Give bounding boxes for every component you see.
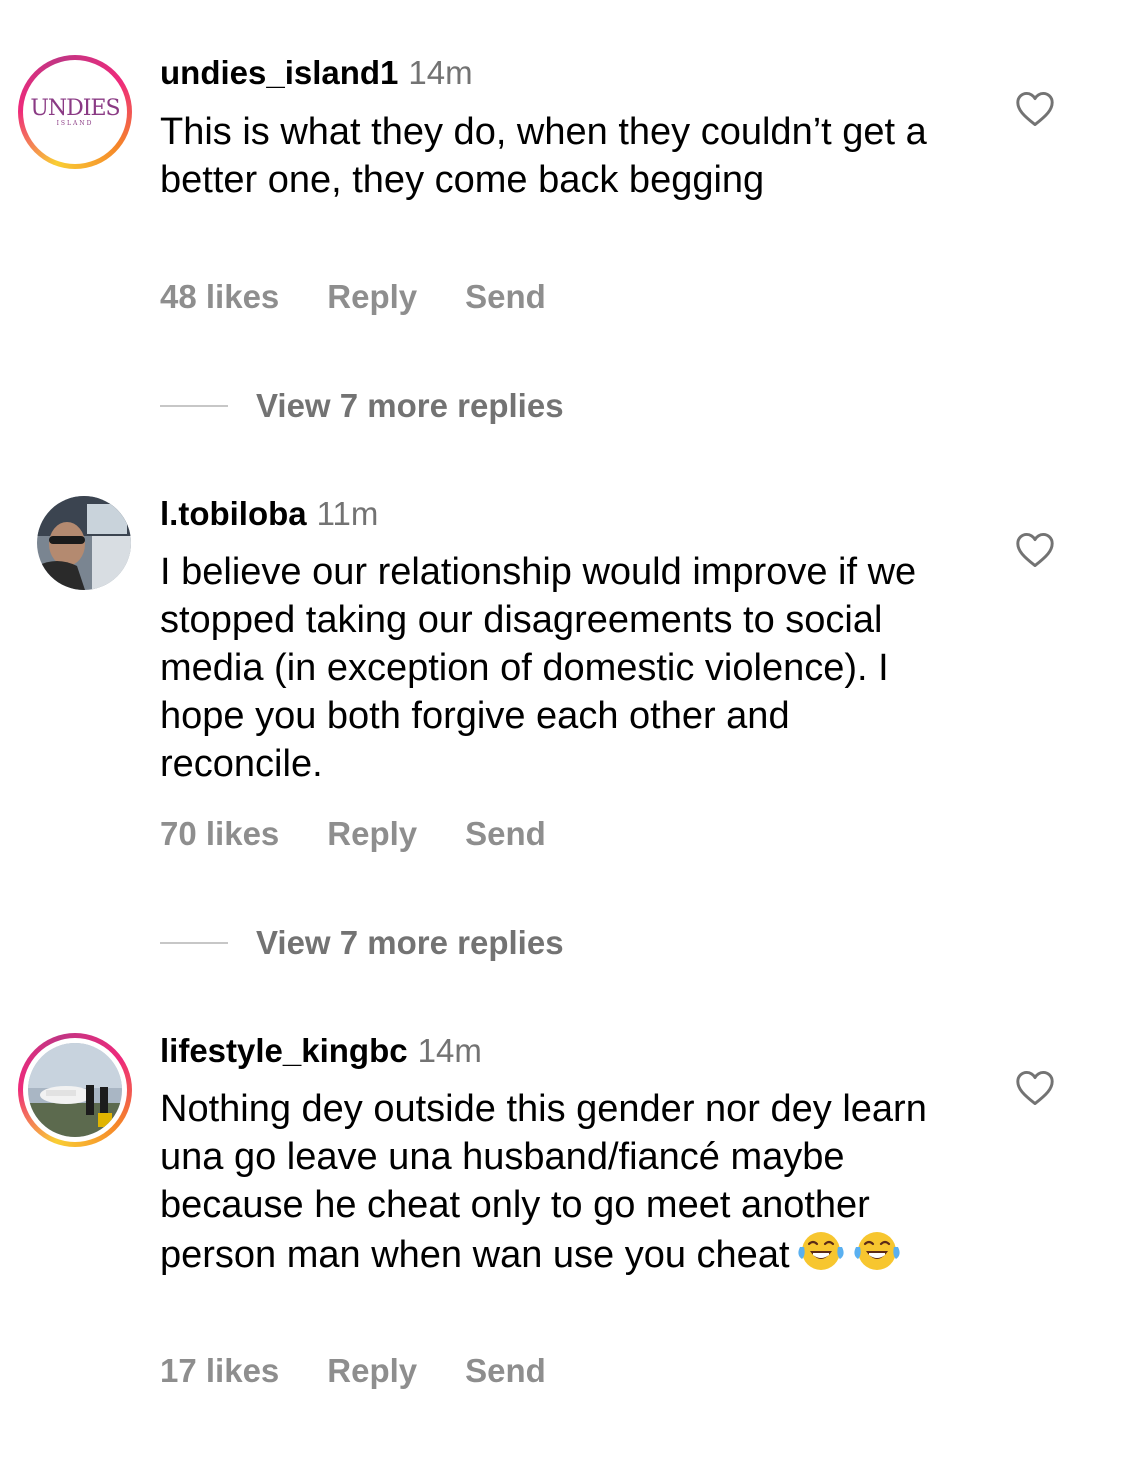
view-more-replies-label: View 7 more replies [256, 387, 564, 424]
like-count[interactable]: 70 likes [160, 815, 279, 852]
comment-actions: 48 likes Reply Send [160, 277, 594, 317]
avatar-photo [28, 1043, 122, 1137]
send-button[interactable]: Send [465, 278, 546, 315]
replies-divider-line [160, 942, 228, 944]
face-with-tears-of-joy-icon [853, 1232, 900, 1270]
avatar-logo-text: UNDIES [30, 95, 120, 121]
reply-button[interactable]: Reply [327, 815, 417, 852]
avatar-ring-gap: UNDIES ISLAND [23, 60, 127, 164]
comment-header: lifestyle_kingbc 14m [160, 1031, 482, 1071]
avatar-story-ring[interactable]: UNDIES ISLAND [18, 55, 132, 169]
comment-timestamp: 14m [417, 1032, 482, 1069]
reply-button[interactable]: Reply [327, 1352, 417, 1389]
comment-username[interactable]: undies_island1 [160, 54, 398, 91]
send-button[interactable]: Send [465, 1352, 546, 1389]
comment-text: Nothing dey outside this gender nor dey … [160, 1085, 960, 1279]
view-more-replies-label: View 7 more replies [256, 924, 564, 961]
comment-text: This is what they do, when they couldn’t… [160, 111, 927, 201]
send-button[interactable]: Send [465, 815, 546, 852]
comment-actions: 70 likes Reply Send [160, 814, 594, 854]
comment-header: undies_island1 14m [160, 53, 473, 93]
view-more-replies[interactable]: View 7 more replies [160, 923, 564, 963]
heart-outline-icon[interactable] [1015, 91, 1055, 127]
comment-header: l.tobiloba 11m [160, 494, 378, 534]
avatar: UNDIES ISLAND [28, 65, 122, 159]
comment-timestamp: 14m [408, 54, 473, 91]
comment-username[interactable]: lifestyle_kingbc [160, 1032, 408, 1069]
comment-username[interactable]: l.tobiloba [160, 495, 307, 532]
avatar[interactable] [37, 496, 131, 590]
replies-divider-line [160, 405, 228, 407]
like-count[interactable]: 48 likes [160, 278, 279, 315]
face-with-tears-of-joy-icon [797, 1232, 844, 1270]
avatar-story-ring[interactable] [18, 1033, 132, 1147]
comment-text: I believe our relationship would improve… [160, 551, 917, 785]
avatar-logo-subtext: ISLAND [56, 119, 94, 127]
view-more-replies[interactable]: View 7 more replies [160, 386, 564, 426]
comment-timestamp: 11m [316, 495, 379, 532]
avatar-ring-gap [23, 1038, 127, 1142]
avatar [28, 1043, 122, 1137]
reply-button[interactable]: Reply [327, 278, 417, 315]
heart-outline-icon[interactable] [1015, 532, 1055, 568]
avatar-photo [37, 496, 131, 590]
heart-outline-icon[interactable] [1015, 1070, 1055, 1106]
like-count[interactable]: 17 likes [160, 1352, 279, 1389]
comment-actions: 17 likes Reply Send [160, 1351, 594, 1391]
